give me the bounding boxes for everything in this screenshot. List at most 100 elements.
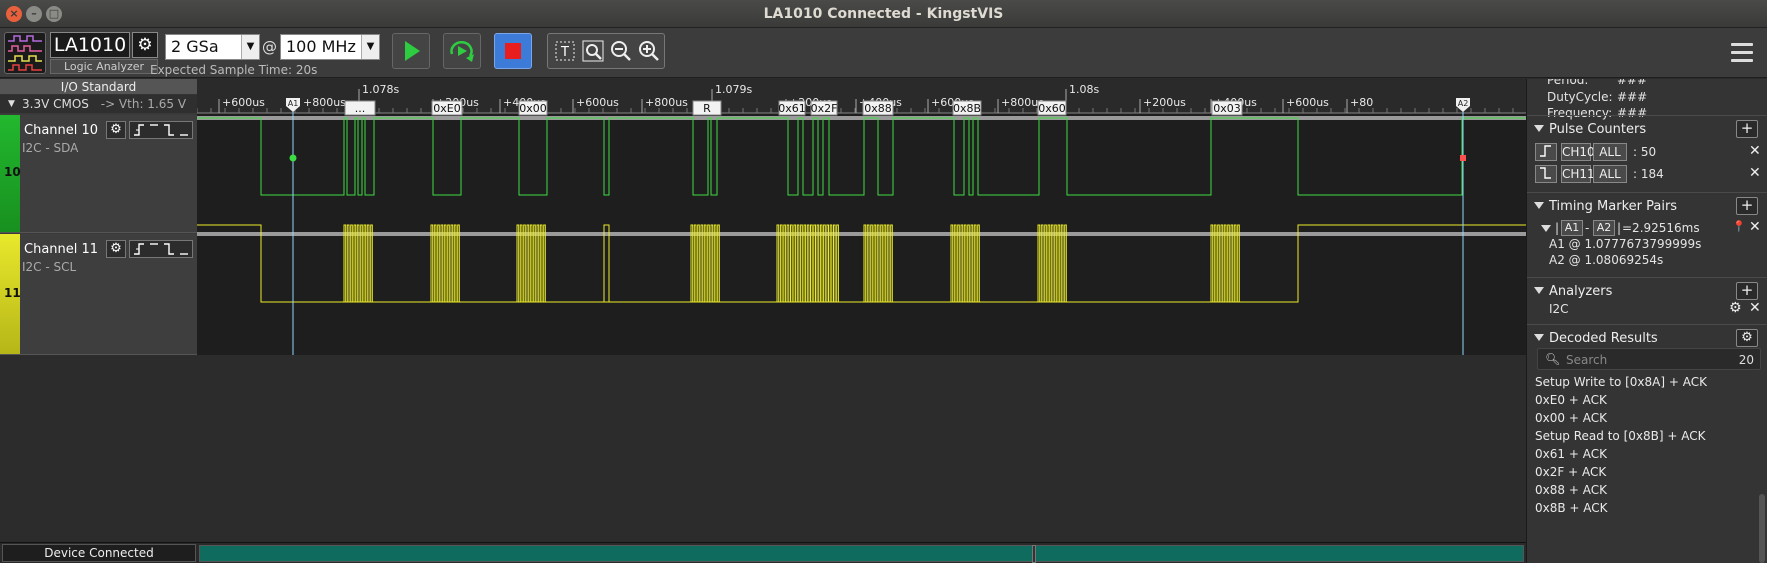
results-scrollbar[interactable] — [1759, 494, 1765, 563]
loop-start-button[interactable] — [443, 33, 481, 69]
marker-a-select[interactable]: A1 — [1561, 220, 1583, 236]
rising-edge-icon[interactable] — [1535, 143, 1557, 161]
marker-b-select[interactable]: A2 — [1593, 220, 1615, 236]
window-title: LA1010 Connected - KingstVIS — [763, 6, 1004, 22]
section-title: Decoded Results — [1549, 331, 1658, 346]
channel-name-10[interactable]: Channel 10 — [24, 123, 98, 138]
decode-label-text: 0x61 — [778, 102, 806, 115]
loop-play-icon — [450, 41, 474, 62]
gear-icon[interactable]: ⚙ — [1736, 329, 1758, 347]
text-tool-icon[interactable]: T — [552, 39, 578, 65]
empty-channel-area — [0, 355, 1526, 542]
ruler-tick-label: +200us — [1143, 96, 1186, 109]
close-icon[interactable]: ✕ — [1749, 143, 1761, 159]
sample-depth-value: 2 GSa — [171, 37, 219, 56]
pin-icon[interactable]: 📍 — [1732, 220, 1746, 233]
chevron-down-icon[interactable]: ▼ — [361, 35, 379, 59]
collapse-triangle-icon[interactable] — [1534, 202, 1544, 209]
close-icon[interactable]: ✕ — [1749, 300, 1761, 316]
close-icon[interactable]: ✕ — [1749, 165, 1761, 181]
pulse-channel-select[interactable]: CH10 — [1561, 143, 1595, 161]
sample-depth-select[interactable]: 2 GSa ▼ — [165, 34, 260, 60]
chevron-down-icon[interactable]: ▼ — [241, 35, 259, 59]
falling-edge-icon[interactable] — [1535, 165, 1557, 183]
channel-decoder-label-10: I2C - SDA — [22, 141, 79, 155]
pulse-mode-select[interactable]: ALL — [1593, 165, 1627, 183]
overview-view-handle[interactable] — [1032, 545, 1036, 563]
ruler-tick-label: +800us — [303, 96, 346, 109]
zoom-fit-icon[interactable] — [580, 39, 606, 65]
pulse-channel-select[interactable]: CH11 — [1561, 165, 1595, 183]
stop-button[interactable] — [494, 33, 532, 69]
decode-label-text: 0x03 — [1213, 102, 1241, 115]
channel-name-11[interactable]: Channel 11 — [24, 242, 98, 257]
svg-text:A2: A2 — [1458, 99, 1469, 108]
scl-clock-burst — [1210, 224, 1240, 303]
list-item[interactable]: 0x2F + ACK — [1535, 465, 1755, 483]
a1-sda-point — [289, 154, 297, 162]
list-item[interactable]: 0x61 + ACK — [1535, 447, 1755, 465]
add-analyzer-button[interactable]: + — [1736, 282, 1758, 300]
vth-value: -> Vth: 1.65 V — [100, 97, 187, 111]
start-button[interactable] — [392, 33, 430, 69]
trigger-select-10[interactable] — [129, 121, 193, 139]
decode-label-text: R — [703, 102, 711, 115]
collapse-triangle-icon[interactable] — [1534, 334, 1544, 341]
list-item[interactable]: Setup Write to [0x8A] + ACK — [1535, 375, 1755, 393]
marker-a2-time: A2 @ 1.08069254s — [1549, 253, 1664, 267]
gear-icon[interactable]: ⚙ — [1729, 300, 1742, 316]
list-item[interactable]: 0x8B + ACK — [1535, 501, 1755, 519]
expected-sample-time: Expected Sample Time: 20s — [150, 63, 318, 77]
list-item[interactable]: 0x00 + ACK — [1535, 411, 1755, 429]
section-pulse-counters[interactable]: Pulse Counters + — [1527, 115, 1767, 141]
hamburger-menu-icon[interactable] — [1731, 43, 1753, 63]
channel-tools-10: ⚙ — [106, 121, 194, 139]
add-marker-pair-button[interactable]: + — [1736, 197, 1758, 215]
pulse-mode-select[interactable]: ALL — [1593, 143, 1627, 161]
gear-icon[interactable]: ⚙ — [106, 121, 126, 139]
decode-label-text: 0x2F — [811, 102, 838, 115]
scl-clock-burst — [430, 224, 460, 303]
section-decoded-results[interactable]: Decoded Results ⚙ — [1527, 324, 1767, 350]
scl-clock-burst — [343, 224, 373, 303]
close-icon[interactable]: ✕ — [1749, 219, 1761, 235]
zoom-out-icon[interactable] — [608, 39, 634, 65]
sample-rate-select[interactable]: 100 MHz ▼ — [280, 34, 380, 60]
capture-overview-bar[interactable] — [199, 545, 1524, 563]
trigger-select-11[interactable] — [129, 240, 193, 258]
gear-icon[interactable]: ⚙ — [132, 32, 158, 58]
marker-a1-time: A1 @ 1.0777673799999s — [1549, 237, 1702, 251]
zoom-in-icon[interactable] — [636, 39, 662, 65]
play-icon — [405, 41, 420, 61]
channel-tools-11: ⚙ — [106, 240, 194, 258]
ruler-tick-label: +600us — [222, 96, 265, 109]
logic-analyzer-icon[interactable] — [4, 32, 46, 74]
gear-icon[interactable]: ⚙ — [106, 240, 126, 258]
scl-clock-burst — [1037, 224, 1067, 303]
measure-label-dutycycle: DutyCycle: — [1547, 90, 1613, 104]
device-subtitle: Logic Analyzer — [50, 59, 158, 74]
channel-row-10[interactable]: 10 Channel 10 I2C - SDA ⚙ — [0, 115, 197, 233]
io-level-select[interactable]: ▼ 3.3V CMOS -> Vth: 1.65 V — [0, 95, 197, 113]
results-search-input[interactable]: 🔍︎ Search 20 — [1537, 348, 1761, 370]
trigger-edges-icon — [134, 124, 188, 136]
collapse-triangle-icon[interactable] — [1541, 225, 1551, 232]
collapse-triangle-icon[interactable] — [1534, 287, 1544, 294]
list-item[interactable]: 0x88 + ACK — [1535, 483, 1755, 501]
device-name[interactable]: LA1010 — [50, 32, 130, 58]
list-item[interactable]: Setup Read to [0x8B] + ACK — [1535, 429, 1755, 447]
scl-clock-burst — [516, 224, 546, 303]
list-item[interactable]: 0xE0 + ACK — [1535, 393, 1755, 411]
waveform-canvas[interactable]: +600us1.078s+200us+400us+600us+800us1.07… — [197, 79, 1526, 355]
section-timing-marker-pairs[interactable]: Timing Marker Pairs + — [1527, 192, 1767, 218]
waveform-view[interactable]: +600us1.078s+200us+400us+600us+800us1.07… — [197, 79, 1526, 355]
search-placeholder: Search — [1566, 353, 1608, 367]
add-pulse-counter-button[interactable]: + — [1736, 120, 1758, 138]
title-bar: × – □ LA1010 Connected - KingstVIS — [0, 0, 1767, 28]
measure-label-period: Period: — [1547, 79, 1589, 87]
analyzer-item-i2c[interactable]: I2C — [1549, 302, 1569, 316]
channel-row-11[interactable]: 11 Channel 11 I2C - SCL ⚙ — [0, 234, 197, 355]
scl-baseline — [197, 224, 1526, 303]
collapse-triangle-icon[interactable] — [1534, 125, 1544, 132]
marker-delta: =2.92516ms — [1622, 221, 1700, 235]
